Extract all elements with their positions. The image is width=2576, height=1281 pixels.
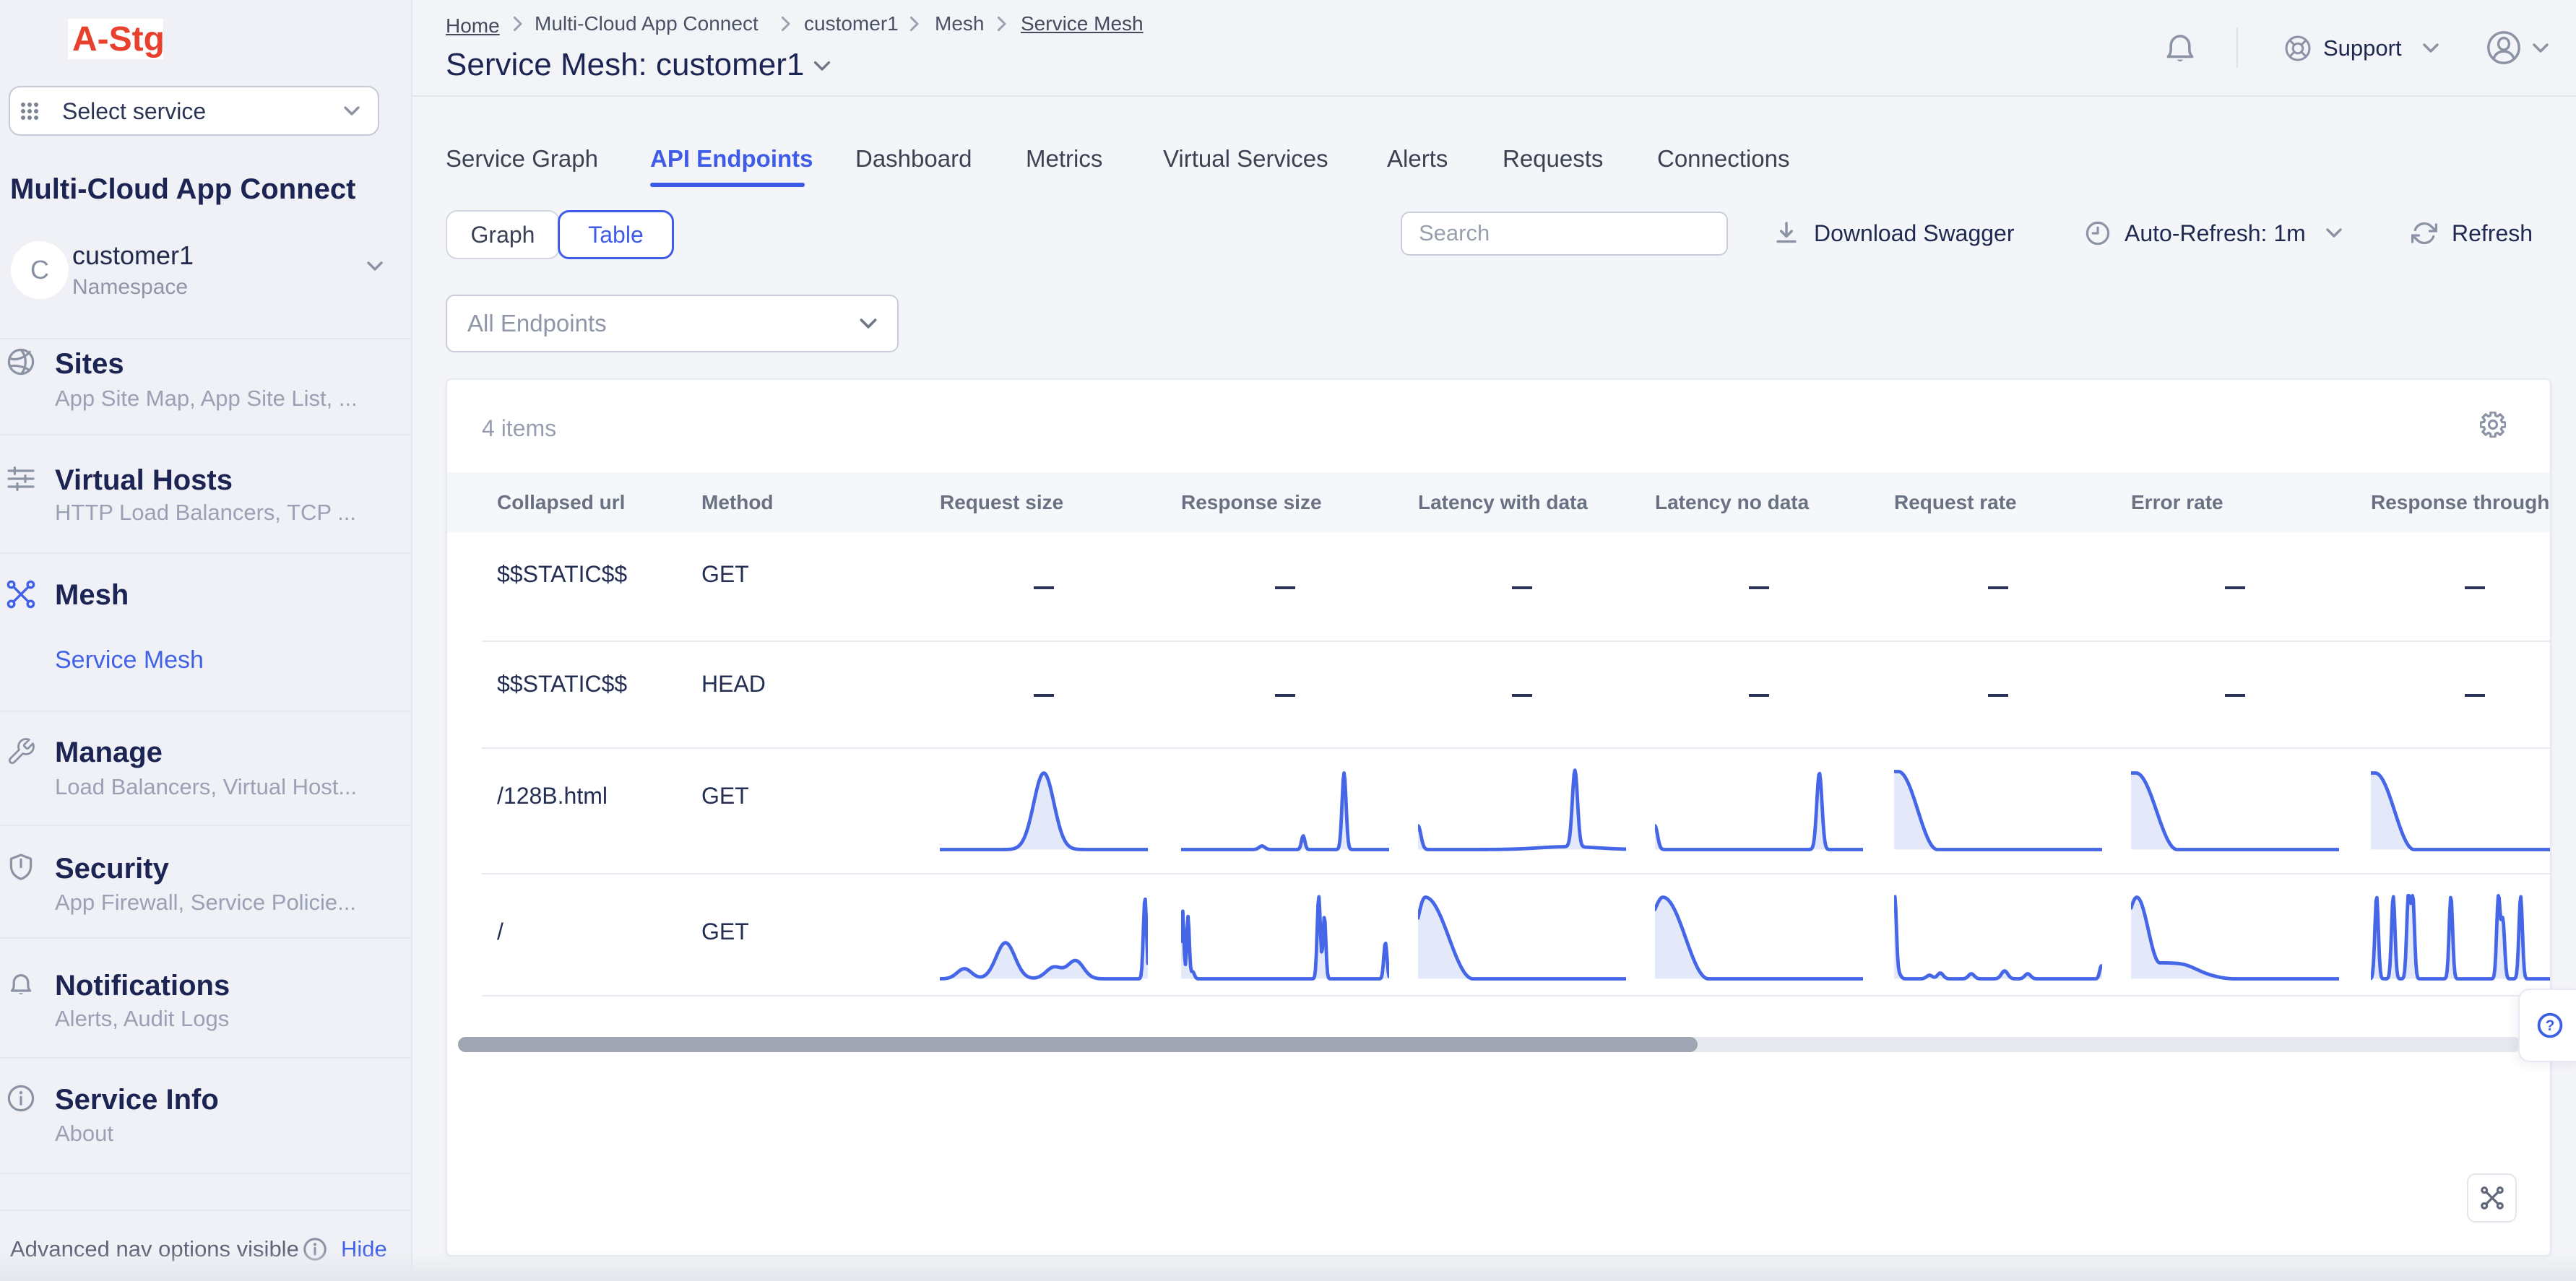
svg-text:?: ? (2546, 1017, 2555, 1034)
